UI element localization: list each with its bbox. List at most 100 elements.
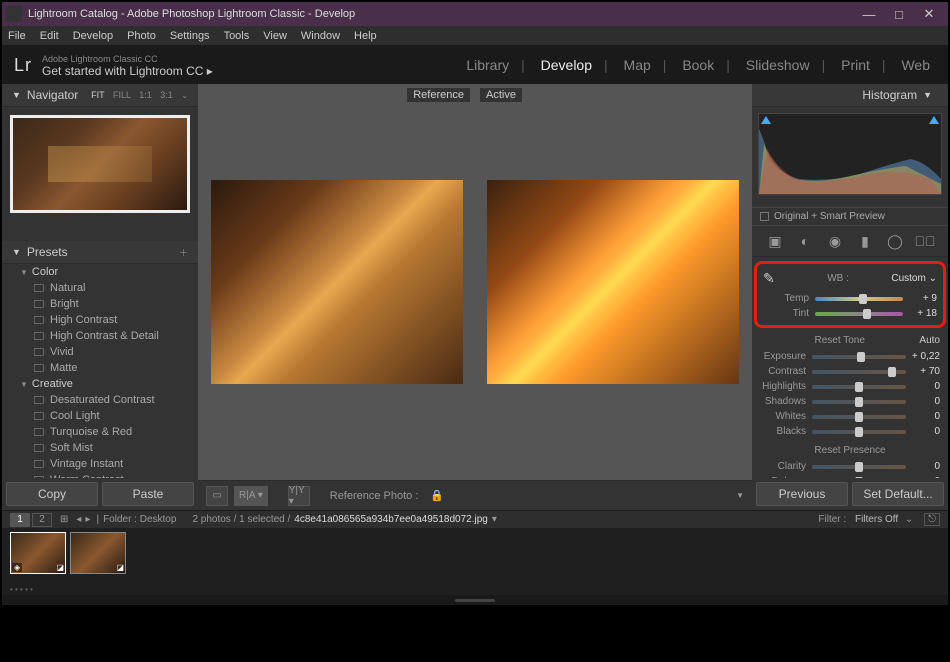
loupe-view-button[interactable]: ▭	[206, 486, 228, 506]
temp-value[interactable]: + 9	[903, 293, 937, 304]
preset-item[interactable]: Vivid	[2, 344, 198, 360]
menu-develop[interactable]: Develop	[73, 30, 113, 42]
redeye-tool-icon[interactable]: ◉	[824, 232, 846, 250]
spot-tool-icon[interactable]: ◐	[794, 232, 816, 250]
tone-slider[interactable]	[812, 430, 906, 434]
filmstrip-thumb[interactable]: ◈◪	[10, 532, 66, 574]
histogram-panel[interactable]	[752, 107, 948, 207]
set-default-button[interactable]: Set Default...	[852, 482, 944, 506]
crop-tool-icon[interactable]: ▣	[764, 232, 786, 250]
tint-value[interactable]: + 18	[903, 308, 937, 319]
preset-item[interactable]: Bright	[2, 296, 198, 312]
module-map[interactable]: Map	[624, 57, 651, 73]
nav-zoom-menu-icon[interactable]: ⌄	[181, 91, 188, 100]
preset-item[interactable]: Turquoise & Red	[2, 424, 198, 440]
tone-slider[interactable]	[812, 415, 906, 419]
menu-file[interactable]: File	[8, 30, 26, 42]
tone-slider[interactable]	[812, 385, 906, 389]
tone-slider[interactable]	[812, 400, 906, 404]
auto-tone[interactable]: Auto	[919, 335, 940, 346]
secondary-display-2[interactable]: 2	[32, 513, 52, 527]
secondary-display-1[interactable]: 1	[10, 513, 30, 527]
gradient-tool-icon[interactable]: ▮	[854, 232, 876, 250]
menu-help[interactable]: Help	[354, 30, 377, 42]
tone-value[interactable]: 0	[906, 381, 940, 392]
nav-zoom-fill[interactable]: FILL	[113, 90, 131, 100]
prev-photo-icon[interactable]: ◂	[76, 514, 81, 525]
filter-menu-icon[interactable]: ⌄	[905, 514, 913, 525]
nav-zoom-3-1[interactable]: 3:1	[160, 90, 173, 100]
preset-item[interactable]: Matte	[2, 360, 198, 376]
filmstrip-resize-handle[interactable]	[2, 595, 948, 605]
filmstrip-thumb[interactable]: ◪	[70, 532, 126, 574]
tone-value[interactable]: 0	[906, 411, 940, 422]
presence-value[interactable]: 0	[906, 461, 940, 472]
preset-item[interactable]: High Contrast	[2, 312, 198, 328]
wb-eyedropper-icon[interactable]: ✎	[763, 270, 775, 287]
minimize-button[interactable]: —	[854, 7, 884, 22]
preset-item[interactable]: Soft Mist	[2, 440, 198, 456]
module-web[interactable]: Web	[901, 57, 930, 73]
menu-edit[interactable]: Edit	[40, 30, 59, 42]
presets-list: ▼Color Natural Bright High Contrast High…	[2, 264, 198, 478]
tone-slider[interactable]	[812, 370, 906, 374]
tone-slider[interactable]	[812, 355, 906, 359]
grid-icon[interactable]: ⊞	[60, 514, 68, 525]
preset-item[interactable]: High Contrast & Detail	[2, 328, 198, 344]
add-preset-icon[interactable]: ＋	[179, 248, 188, 258]
preset-group-color[interactable]: ▼Color	[2, 264, 198, 280]
tone-value[interactable]: 0	[906, 396, 940, 407]
active-pane[interactable]: Active	[476, 86, 750, 478]
module-library[interactable]: Library	[466, 57, 509, 73]
menu-settings[interactable]: Settings	[170, 30, 210, 42]
maximize-button[interactable]: □	[884, 7, 914, 22]
highlight-clip-icon[interactable]	[929, 116, 939, 124]
filter-lock-icon[interactable]: ⎋	[924, 513, 940, 526]
before-after-button[interactable]: Y|Y ▾	[288, 486, 310, 506]
menu-photo[interactable]: Photo	[127, 30, 156, 42]
reference-view-button[interactable]: R|A ▾	[234, 486, 268, 506]
tone-value[interactable]: 0	[906, 426, 940, 437]
tint-slider[interactable]	[815, 312, 903, 316]
menu-view[interactable]: View	[263, 30, 287, 42]
module-book[interactable]: Book	[682, 57, 714, 73]
histogram-header[interactable]: Histogram ▼	[752, 84, 948, 107]
reset-presence[interactable]: Reset Presence	[760, 445, 940, 456]
next-photo-icon[interactable]: ▸	[85, 514, 90, 525]
navigator-preview[interactable]	[2, 107, 198, 221]
copy-button[interactable]: Copy	[6, 482, 98, 506]
radial-tool-icon[interactable]: ◯	[884, 232, 906, 250]
tone-value[interactable]: + 70	[906, 366, 940, 377]
nav-zoom-fit[interactable]: FIT	[91, 90, 104, 100]
current-filename: 4c8e41a086565a934b7ee0a49518d072.jpg	[294, 514, 488, 525]
reference-pane[interactable]: Reference	[200, 86, 474, 478]
menu-tools[interactable]: Tools	[224, 30, 250, 42]
preset-item[interactable]: Cool Light	[2, 408, 198, 424]
brush-tool-icon[interactable]: ⬤⃝	[914, 232, 936, 250]
filter-dropdown[interactable]: Filters Off	[855, 514, 898, 525]
temp-slider[interactable]	[815, 297, 903, 301]
wb-mode-dropdown[interactable]: Custom ⌄	[891, 273, 937, 284]
filename-menu-icon[interactable]: ▾	[492, 514, 497, 525]
shadow-clip-icon[interactable]	[761, 116, 771, 124]
module-slideshow[interactable]: Slideshow	[746, 57, 810, 73]
folder-label[interactable]: Folder : Desktop	[103, 514, 176, 525]
toolbar-menu-icon[interactable]: ▼	[736, 491, 744, 500]
close-button[interactable]: ✕	[914, 6, 944, 22]
module-print[interactable]: Print	[841, 57, 870, 73]
tone-value[interactable]: + 0,22	[906, 351, 940, 362]
preset-item[interactable]: Natural	[2, 280, 198, 296]
preset-group-creative[interactable]: ▼Creative	[2, 376, 198, 392]
nav-zoom-1-1[interactable]: 1:1	[139, 90, 152, 100]
reset-tone[interactable]: Reset Tone	[760, 335, 919, 346]
navigator-header[interactable]: ▼ Navigator FIT FILL 1:1 3:1 ⌄	[2, 84, 198, 107]
paste-button[interactable]: Paste	[102, 482, 194, 506]
presets-header[interactable]: ▼ Presets ＋	[2, 241, 198, 264]
previous-button[interactable]: Previous	[756, 482, 848, 506]
menu-window[interactable]: Window	[301, 30, 340, 42]
lock-icon[interactable]: 🔒	[430, 489, 444, 502]
preset-item[interactable]: Vintage Instant	[2, 456, 198, 472]
preset-item[interactable]: Desaturated Contrast	[2, 392, 198, 408]
presence-slider[interactable]	[812, 465, 906, 469]
module-develop[interactable]: Develop	[541, 57, 592, 73]
